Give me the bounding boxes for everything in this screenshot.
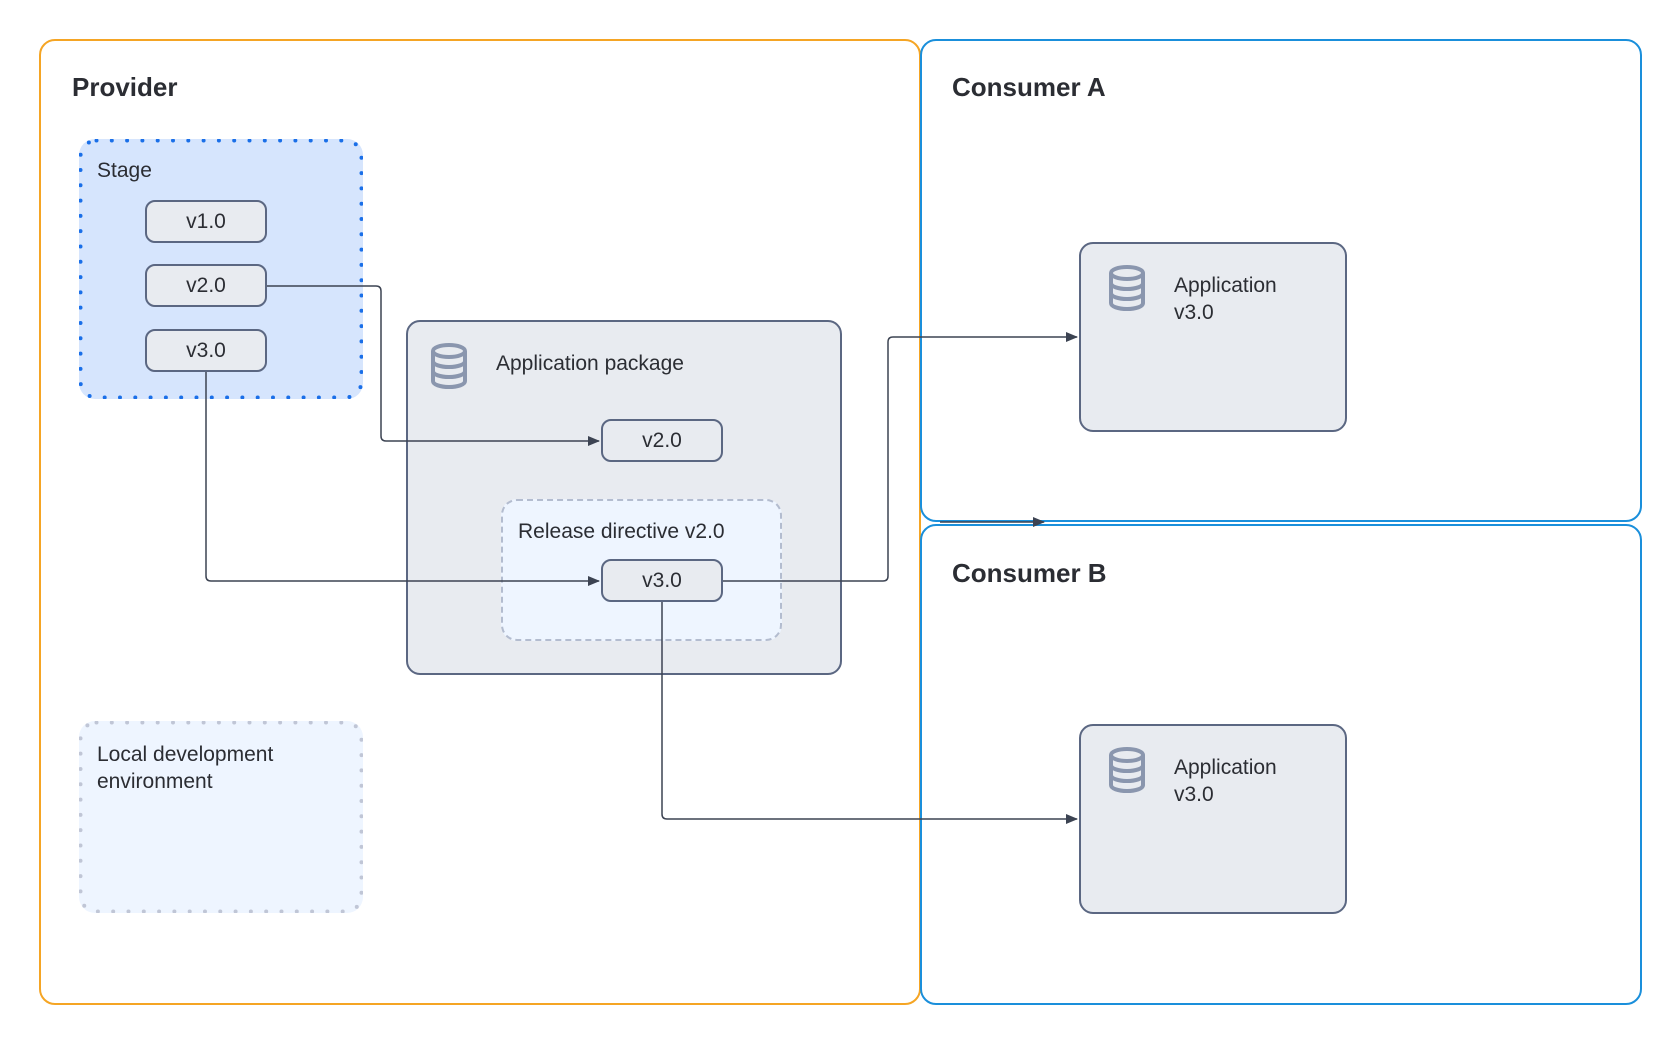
package-version-v2[interactable]: v2.0 bbox=[601, 419, 723, 462]
consumer-b-title: Consumer B bbox=[952, 558, 1107, 588]
database-icon bbox=[1107, 265, 1147, 316]
consumer-a-application-label: Application v3.0 bbox=[1174, 272, 1277, 326]
version-label: v2.0 bbox=[186, 273, 226, 297]
provider-title: Provider bbox=[72, 72, 178, 102]
version-label: v3.0 bbox=[186, 338, 226, 362]
database-icon bbox=[429, 343, 469, 394]
consumer-b-application-label: Application v3.0 bbox=[1174, 754, 1277, 808]
stage-version-v1[interactable]: v1.0 bbox=[145, 200, 267, 243]
local-dev-label: Local development environment bbox=[97, 741, 273, 795]
stage-label: Stage bbox=[97, 159, 152, 182]
application-name: Application bbox=[1174, 274, 1277, 297]
application-version: v3.0 bbox=[1174, 301, 1214, 324]
application-name: Application bbox=[1174, 756, 1277, 779]
local-dev-label-line1: Local development bbox=[97, 743, 274, 766]
consumer-a-title: Consumer A bbox=[952, 72, 1106, 102]
application-package-label: Application package bbox=[496, 352, 684, 375]
version-label: v2.0 bbox=[642, 428, 682, 452]
version-label: v3.0 bbox=[642, 568, 682, 592]
release-directive-version-v3[interactable]: v3.0 bbox=[601, 559, 723, 602]
local-dev-label-line2: environment bbox=[97, 770, 213, 793]
database-icon bbox=[1107, 747, 1147, 798]
stage-version-v2[interactable]: v2.0 bbox=[145, 264, 267, 307]
stage-version-v3[interactable]: v3.0 bbox=[145, 329, 267, 372]
release-directive-label: Release directive v2.0 bbox=[518, 520, 725, 543]
application-version: v3.0 bbox=[1174, 783, 1214, 806]
version-label: v1.0 bbox=[186, 209, 226, 233]
